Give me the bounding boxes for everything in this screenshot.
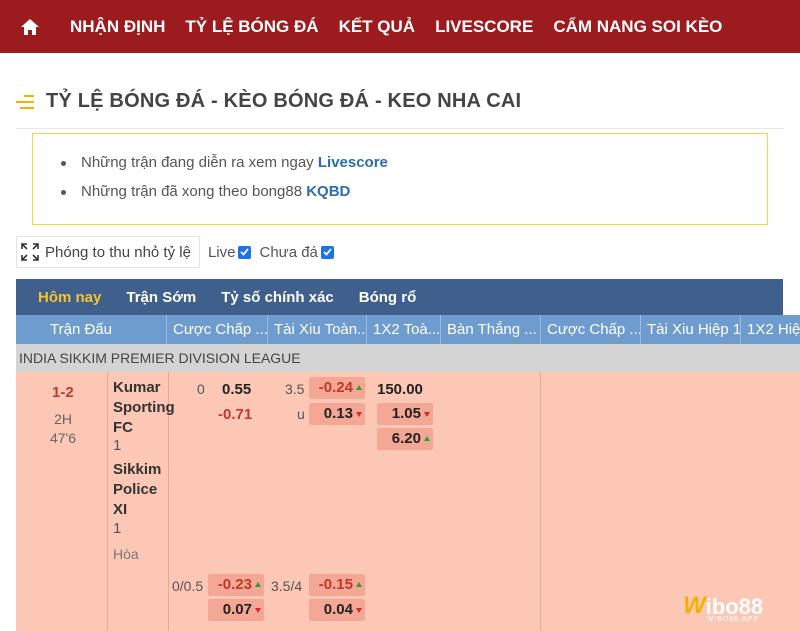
zoom-toggle-button[interactable]: Phóng to thu nhỏ tỷ lệ xyxy=(16,236,200,268)
down-arrow-icon xyxy=(255,608,261,613)
odds-tabs: Hôm nay Trận Sớm Tỷ số chính xác Bóng rổ xyxy=(16,279,783,315)
nav-item-cam-nang[interactable]: CẨM NANG SOI KÈO xyxy=(543,17,732,37)
home-button[interactable] xyxy=(0,0,60,53)
pending-label: Chưa đá xyxy=(259,243,318,261)
check-icon xyxy=(323,248,332,256)
col-over-under-ft: Tài Xiu Toàn... xyxy=(268,315,367,344)
top-nav: NHẬN ĐỊNH TỶ LỆ BÓNG ĐÁ KẾT QUẢ LIVESCOR… xyxy=(0,0,800,53)
page-title-row: TỶ LỆ BÓNG ĐÁ - KÈO BÓNG ĐÁ - KEO NHA CA… xyxy=(16,90,521,113)
notice-item-livescore: Những trận đang diễn ra xem ngay Livesco… xyxy=(61,154,767,171)
brand-logo: Wibo88 WIBO88.APP xyxy=(683,592,763,623)
home-icon xyxy=(21,18,39,35)
handicap-away-odd-2[interactable]: 0.07 xyxy=(208,599,264,621)
zoom-label: Phóng to thu nhỏ tỷ lệ xyxy=(45,243,191,261)
col-1x2-h1: 1X2 Hiệ xyxy=(747,321,800,338)
up-arrow-icon xyxy=(255,582,261,587)
pending-checkbox[interactable] xyxy=(320,245,334,259)
col-1x2-ft: 1X2 Toà... xyxy=(367,315,441,344)
logo-subtext: WIBO88.APP xyxy=(706,616,760,623)
up-arrow-icon xyxy=(424,436,430,441)
away-team[interactable]: Sikkim Police XI xyxy=(113,460,163,520)
live-label: Live xyxy=(207,243,236,261)
check-icon xyxy=(240,248,250,256)
list-icon xyxy=(16,94,34,109)
down-arrow-icon xyxy=(424,412,430,417)
livescore-link[interactable]: Livescore xyxy=(318,154,388,171)
handicap-home-odd[interactable]: 0.55 xyxy=(222,381,251,398)
col-over-under-h1: Tài Xiu Hiệp 1 xyxy=(641,315,741,344)
tab-bong-ro[interactable]: Bóng rổ xyxy=(359,289,417,306)
1x2-away-odd[interactable]: 1.05 xyxy=(377,403,433,425)
match-half: 2H xyxy=(54,411,72,427)
table-header: Trận Đấu Cược Chấp ... Tài Xiu Toàn... 1… xyxy=(16,315,800,344)
down-arrow-icon xyxy=(356,412,362,417)
notice-box: Những trận đang diễn ra xem ngay Livesco… xyxy=(32,133,768,225)
under-label: u xyxy=(297,406,305,422)
over-odd[interactable]: -0.24 xyxy=(309,377,365,399)
under-odd-2[interactable]: 0.04 xyxy=(309,599,365,621)
logo-mark: W xyxy=(683,592,706,619)
col-handicap-ft: Cược Chấp ... xyxy=(167,315,268,344)
live-checkbox[interactable] xyxy=(238,245,252,259)
down-arrow-icon xyxy=(356,608,362,613)
odds-toolbar: Phóng to thu nhỏ tỷ lệ Live Chưa đá xyxy=(16,236,334,268)
title-divider xyxy=(16,128,784,129)
match-score: 1-2 xyxy=(52,384,74,401)
tab-tran-som[interactable]: Trận Sớm xyxy=(126,289,196,306)
match-time: 2H 47'6 xyxy=(50,410,76,448)
col-goals: Bàn Thắng ... xyxy=(441,315,541,344)
page-title: TỶ LỆ BÓNG ĐÁ - KÈO BÓNG ĐÁ - KEO NHA CA… xyxy=(46,90,522,112)
nav-item-nhan-dinh[interactable]: NHẬN ĐỊNH xyxy=(60,17,175,37)
handicap-line: 0 xyxy=(197,381,205,397)
home-team-num: 1 xyxy=(113,437,122,454)
notice-item-kqbd: Những trận đã xong theo bong88 KQBD xyxy=(61,183,767,200)
nav-item-ty-le-bong-da[interactable]: TỶ LỆ BÓNG ĐÁ xyxy=(175,17,328,37)
up-arrow-icon xyxy=(356,582,362,587)
over-odd-2[interactable]: -0.15 xyxy=(309,574,365,596)
draw-label: Hòa xyxy=(113,546,139,562)
match-minute: 47'6 xyxy=(50,430,77,446)
col-match: Trận Đấu xyxy=(16,315,167,344)
league-row: INDIA SIKKIM PREMIER DIVISION LEAGUE xyxy=(16,344,800,372)
handicap-home-odd-2[interactable]: -0.23 xyxy=(208,574,264,596)
away-team-num: 1 xyxy=(113,520,122,537)
handicap-line-2: 0/0.5 xyxy=(172,578,204,594)
tab-hom-nay[interactable]: Hôm nay xyxy=(38,289,101,306)
live-filter: Live xyxy=(208,244,252,261)
tab-ty-so-chinh-xac[interactable]: Tỷ số chính xác xyxy=(221,289,334,306)
1x2-home-odd[interactable]: 150.00 xyxy=(377,381,423,398)
nav-item-ket-qua[interactable]: KẾT QUẢ xyxy=(329,17,426,37)
expand-icon xyxy=(21,243,39,261)
nav-item-livescore[interactable]: LIVESCORE xyxy=(425,17,543,37)
handicap-away-odd[interactable]: -0.71 xyxy=(218,406,252,423)
over-under-line: 3.5 xyxy=(285,381,305,397)
col-handicap-h1: Cược Chấp ... xyxy=(541,315,641,344)
kqbd-link[interactable]: KQBD xyxy=(306,183,350,200)
over-under-line-2: 3.5/4 xyxy=(271,578,303,594)
under-odd[interactable]: 0.13 xyxy=(309,403,365,425)
up-arrow-icon xyxy=(356,385,362,390)
home-team[interactable]: Kumar Sporting FC xyxy=(113,378,175,438)
pending-filter: Chưa đá xyxy=(259,243,334,261)
1x2-draw-odd[interactable]: 6.20 xyxy=(377,428,433,450)
